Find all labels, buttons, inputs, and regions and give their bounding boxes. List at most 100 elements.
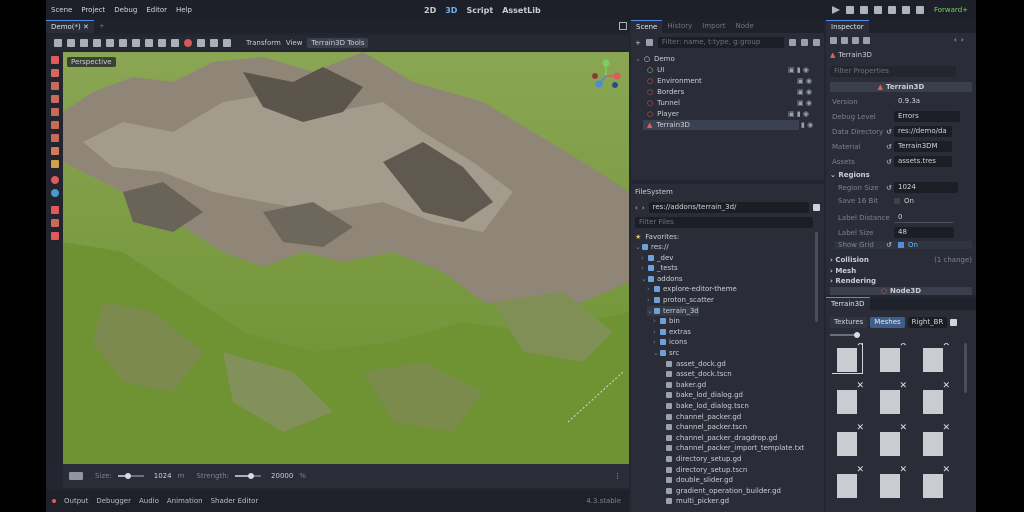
visibility-eye-icon-2[interactable]: ▣ ◉ [797,88,812,96]
remove-asset-icon[interactable]: ✕ [856,465,864,475]
mesh-section[interactable]: › Mesh [830,267,856,275]
tab-debugger[interactable]: Debugger [96,497,131,505]
show-grid-checkbox[interactable] [898,242,904,248]
more-icon[interactable] [223,39,231,47]
file-item[interactable]: gradient_operation_builder.gd [659,486,781,496]
file-item[interactable]: multi_picker.gd [659,496,729,506]
play-custom-icon[interactable] [901,6,910,14]
mesh-asset-thumbnail[interactable]: ✕ [832,423,864,457]
tab-node[interactable]: Node [730,20,758,33]
wetness-icon[interactable] [51,189,59,197]
folder-item[interactable]: ⌄ res:// [635,242,669,252]
record-icon[interactable] [184,39,192,47]
asset-scrollbar[interactable] [964,343,967,393]
menu-editor[interactable]: Editor [146,6,167,14]
smooth-icon[interactable] [51,134,59,142]
folder-item[interactable]: ⌄ src [653,348,679,358]
back-icon[interactable]: ‹ [635,204,638,212]
add-node-icon[interactable]: + [635,39,641,47]
visibility-eye-icon-5[interactable]: ▮ ◉ [801,121,813,129]
folder-item[interactable]: › _tests [641,263,678,273]
hole-icon[interactable] [51,206,59,214]
tab-demo[interactable]: Demo(*) ✕ [46,20,94,33]
snap-icon[interactable] [171,39,179,47]
color-icon[interactable] [51,176,59,184]
expand-arrow-icon[interactable]: › [641,254,648,262]
pin-icon[interactable] [950,319,958,326]
navigation-icon[interactable] [51,219,59,227]
expand-arrow-icon[interactable]: › [653,338,660,346]
transform-menu[interactable]: Transform [246,39,281,47]
forward-icon[interactable]: › [642,204,645,212]
terrain3d-tools-menu[interactable]: Terrain3D Tools [307,38,369,48]
region-size-select[interactable]: 1024 [894,182,958,193]
move-tool-icon[interactable] [67,39,75,47]
script-icon[interactable] [800,39,808,46]
file-item[interactable]: directory_setup.tscn [659,465,747,475]
expand-arrow-icon[interactable]: ⌄ [641,275,648,283]
folder-item[interactable]: ⌄ terrain_3d [647,305,699,316]
flatten-icon[interactable] [51,121,59,129]
folder-item[interactable]: › bin [653,316,680,326]
scene-filter-input[interactable]: Filter: name, t:type, g:group [657,37,784,48]
mesh-asset-thumbnail[interactable]: ✕ [875,465,907,499]
3d-viewport[interactable]: Perspective [63,52,629,464]
fullscreen-icon[interactable] [619,22,627,30]
revert-icon-assets[interactable]: ↺ [886,158,894,166]
local-space-icon[interactable] [158,39,166,47]
debug-level-select[interactable]: Errors [894,111,960,122]
tree-node-demo[interactable]: ⌄ ○ Demo [635,54,675,64]
resource-menu-icon[interactable] [863,36,870,44]
expand-arrow-icon[interactable]: ⌄ [653,349,660,357]
play-icon[interactable] [831,6,840,14]
folder-item[interactable]: › proton_scatter [647,295,714,305]
tree-node-terrain3d[interactable]: ▲ Terrain3D [643,120,799,130]
movie-icon[interactable] [915,6,924,14]
assets-resource[interactable]: assets.tres [894,156,952,167]
add-tab-icon[interactable]: + [94,20,110,33]
more-options-icon[interactable]: ⋮ [614,472,621,480]
mesh-asset-thumbnail[interactable]: ✕ [918,423,950,457]
load-resource-icon[interactable] [841,36,848,44]
pause-icon[interactable] [845,6,854,14]
remove-asset-icon[interactable]: ✕ [899,381,907,391]
file-item[interactable]: channel_packer.gd [659,412,741,422]
expand-arrow-icon[interactable]: › [647,296,654,304]
remove-asset-icon[interactable]: ✕ [856,423,864,433]
remove-asset-icon[interactable]: ✕ [899,343,907,349]
mesh-asset-thumbnail[interactable]: ✕ [875,381,907,415]
file-item[interactable]: channel_packer_import_template.txt [659,443,804,453]
textures-tab-button[interactable]: Textures [830,317,868,328]
file-item[interactable]: channel_packer_dragdrop.gd [659,433,777,443]
remote-debug-icon[interactable] [873,6,882,14]
new-resource-icon[interactable] [830,36,837,44]
add-region-icon[interactable] [51,56,59,64]
menu-debug[interactable]: Debug [114,6,137,14]
file-item[interactable]: directory_setup.gd [659,454,742,464]
tree-node-tunnel[interactable]: ○ Tunnel [647,98,821,108]
expand-arrow-icon[interactable]: › [653,317,660,325]
folder-item[interactable]: › icons [653,337,687,347]
menu-help[interactable]: Help [176,6,192,14]
select-tool-icon[interactable] [54,39,62,47]
filter-search-icon[interactable] [788,39,796,46]
remove-asset-icon[interactable]: ✕ [899,465,907,475]
visibility-eye-icon-4[interactable]: ▣ ▮ ◉ [788,110,809,118]
mesh-asset-thumbnail[interactable]: ✕ [832,465,864,499]
view-menu[interactable]: View [286,39,303,47]
remove-asset-icon[interactable]: ✕ [942,381,950,391]
asset-size-slider[interactable] [830,332,860,338]
mesh-asset-thumbnail[interactable]: ✕ [918,381,950,415]
mesh-asset-thumbnail[interactable]: ✕ [832,343,864,374]
mode-assetlib[interactable]: AssetLib [502,6,541,15]
mode-script[interactable]: Script [466,6,493,15]
folder-item[interactable]: ⌄ addons [641,274,683,284]
mesh-asset-thumbnail[interactable]: ✕ [875,423,907,457]
file-item[interactable]: bake_lod_dialog.gd [659,390,743,400]
size-value[interactable]: 1024 [154,472,172,480]
tab-terrain3d[interactable]: Terrain3D [826,297,870,310]
tab-import[interactable]: Import [697,20,730,33]
expand-arrow-icon[interactable]: ⌄ [635,243,642,251]
mesh-asset-thumbnail[interactable]: ✕ [918,343,950,373]
spray-icon[interactable] [51,160,59,168]
